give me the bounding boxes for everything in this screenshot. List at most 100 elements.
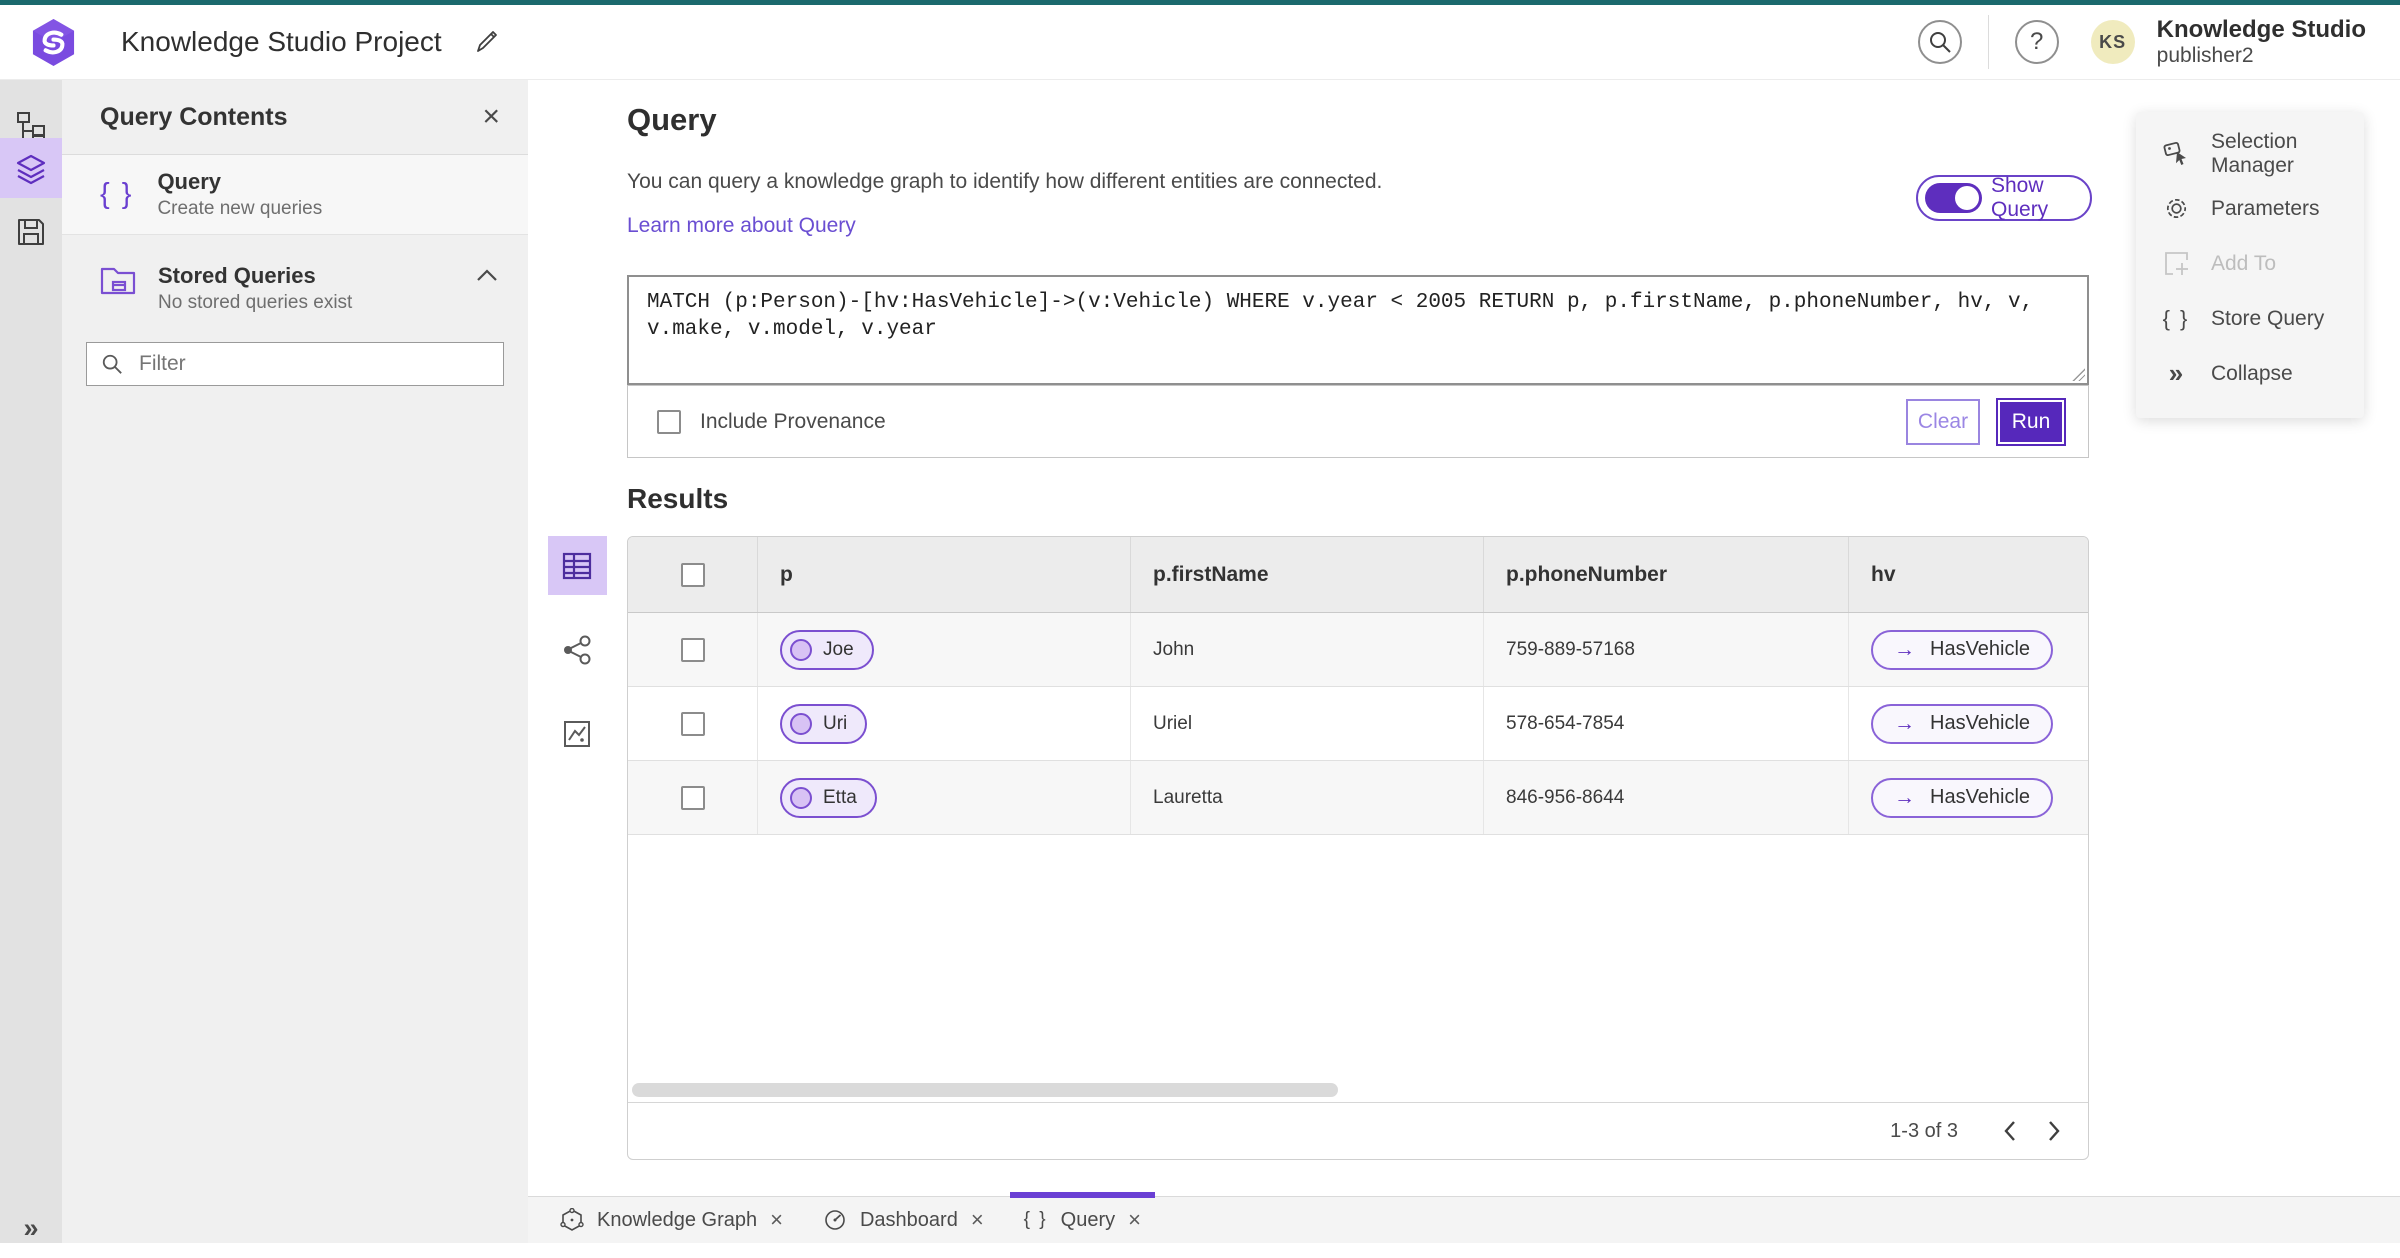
textarea-resize-handle[interactable]	[2071, 367, 2085, 381]
chevron-up-icon	[477, 269, 497, 281]
gear-icon	[2162, 195, 2190, 222]
next-page-button[interactable]	[2032, 1109, 2076, 1153]
results-view-switcher	[546, 536, 608, 763]
app-logo-icon	[32, 18, 75, 66]
cell-hv: → HasVehicle	[1849, 687, 2088, 760]
tab-label: Knowledge Graph	[597, 1208, 758, 1231]
help-button[interactable]: ?	[2014, 20, 2059, 64]
tab-label: Dashboard	[859, 1208, 958, 1231]
app-window: Knowledge Studio Project ? KS Knowledge …	[0, 0, 2400, 1243]
close-icon[interactable]: ×	[1128, 1209, 1141, 1231]
chevrons-right-icon: »	[2168, 358, 2184, 388]
menu-item-label: Parameters	[2211, 196, 2320, 220]
tab-knowledge-graph[interactable]: Knowledge Graph ×	[540, 1197, 803, 1243]
entity-node-icon	[790, 786, 812, 809]
results-title: Results	[627, 483, 729, 514]
chart-view-button[interactable]	[548, 704, 607, 763]
expand-panel-button[interactable]: »	[0, 1198, 62, 1258]
filter-field	[86, 342, 504, 386]
row-checkbox-cell	[628, 613, 758, 686]
menu-item-selection-manager[interactable]: Selection Manager	[2136, 126, 2364, 181]
show-query-toggle[interactable]: Show Query	[1916, 174, 2092, 221]
clear-button[interactable]: Clear	[1906, 398, 1980, 445]
run-button[interactable]: Run	[1996, 397, 2066, 446]
menu-item-label: Add To	[2211, 251, 2276, 275]
question-icon: ?	[2029, 28, 2044, 55]
graph-view-button[interactable]	[548, 620, 607, 679]
entity-pill[interactable]: Uri	[780, 703, 868, 744]
row-checkbox-cell	[628, 687, 758, 760]
relationship-pill[interactable]: → HasVehicle	[1871, 703, 2054, 744]
relationship-pill[interactable]: → HasVehicle	[1871, 777, 2054, 818]
table-view-button[interactable]	[547, 536, 607, 595]
query-item-subtitle: Create new queries	[157, 198, 323, 219]
query-item-text: Query Create new queries	[157, 169, 322, 220]
close-panel-button[interactable]: ×	[482, 102, 500, 132]
panel-header: Query Contents ×	[62, 80, 528, 155]
app-header: Knowledge Studio Project ? KS Knowledge …	[0, 5, 2400, 80]
close-icon[interactable]: ×	[770, 1209, 783, 1231]
menu-item-store-query[interactable]: { } Store Query	[2136, 291, 2364, 346]
learn-more-link[interactable]: Learn more about Query	[627, 214, 856, 238]
page-title: Query	[627, 102, 717, 137]
search-button[interactable]	[1917, 20, 1962, 64]
stored-queries-subtitle: No stored queries exist	[158, 292, 353, 313]
project-title: Knowledge Studio Project	[121, 26, 442, 57]
sidebar-item-save[interactable]	[0, 202, 62, 262]
menu-item-collapse[interactable]: » Collapse	[2136, 346, 2364, 401]
menu-item-parameters[interactable]: Parameters	[2136, 181, 2364, 236]
row-checkbox[interactable]	[680, 711, 705, 736]
edit-title-button[interactable]	[472, 26, 502, 59]
row-checkbox[interactable]	[680, 637, 705, 662]
entity-pill[interactable]: Joe	[780, 629, 874, 670]
query-description: You can query a knowledge graph to ident…	[627, 170, 1383, 193]
search-icon	[1929, 32, 1951, 53]
arrow-right-icon: →	[1894, 785, 1915, 809]
entity-pill[interactable]: Etta	[780, 777, 877, 818]
query-item-title: Query	[157, 169, 222, 194]
previous-page-button[interactable]	[1988, 1109, 2032, 1153]
entity-pill-label: Joe	[823, 638, 854, 660]
selection-manager-icon	[2162, 140, 2190, 167]
close-icon[interactable]: ×	[971, 1209, 984, 1231]
filter-input[interactable]	[137, 351, 489, 377]
pagination-label: 1-3 of 3	[1890, 1119, 1958, 1142]
knowledge-graph-icon	[560, 1208, 584, 1231]
cell-firstname: Uriel	[1131, 687, 1484, 760]
graph-share-icon	[564, 635, 591, 664]
query-create-item[interactable]: { } Query Create new queries	[62, 155, 528, 235]
entity-node-icon	[790, 638, 812, 661]
cell-phonenumber: 759-889-57168	[1484, 613, 1849, 686]
show-query-label: Show Query	[1991, 174, 2049, 221]
stored-queries-section[interactable]: Stored Queries No stored queries exist	[62, 249, 528, 328]
results-table: p p.firstName p.phoneNumber hv Joe John …	[627, 536, 2089, 1160]
stored-queries-title: Stored Queries	[158, 263, 316, 288]
collapse-stored-queries-button[interactable]	[476, 263, 498, 285]
horizontal-scrollbar[interactable]	[632, 1083, 1338, 1097]
query-textarea[interactable]: MATCH (p:Person)-[hv:HasVehicle]->(v:Veh…	[627, 275, 2089, 385]
table-empty-area	[628, 835, 2088, 1102]
table-row: Etta Lauretta 846-956-8644 → HasVehicle	[628, 761, 2088, 835]
query-footer: Include Provenance Clear Run	[627, 385, 2089, 458]
save-icon	[18, 219, 44, 245]
toggle-knob	[1955, 186, 1979, 210]
stored-queries-text: Stored Queries No stored queries exist	[158, 263, 476, 314]
relationship-pill[interactable]: → HasVehicle	[1871, 629, 2054, 670]
cell-p: Joe	[758, 613, 1131, 686]
table-header-row: p p.firstName p.phoneNumber hv	[628, 537, 2088, 613]
relationship-pill-label: HasVehicle	[1930, 786, 2031, 808]
relationship-pill-label: HasVehicle	[1930, 712, 2031, 734]
avatar[interactable]: KS	[2090, 20, 2135, 64]
arrow-right-icon: →	[1894, 711, 1915, 735]
cell-p: Etta	[758, 761, 1131, 834]
tab-dashboard[interactable]: Dashboard ×	[803, 1197, 1004, 1243]
tab-query[interactable]: { } Query ×	[1004, 1192, 1161, 1243]
menu-item-add-to: Add To	[2136, 236, 2364, 291]
include-provenance-checkbox[interactable]	[657, 409, 681, 434]
sidebar-item-contents[interactable]	[0, 138, 62, 198]
menu-item-label: Store Query	[2211, 306, 2325, 330]
select-all-checkbox[interactable]	[680, 562, 705, 587]
row-checkbox[interactable]	[680, 785, 705, 810]
panel-title: Query Contents	[100, 102, 288, 131]
dashboard-gauge-icon	[825, 1210, 845, 1230]
